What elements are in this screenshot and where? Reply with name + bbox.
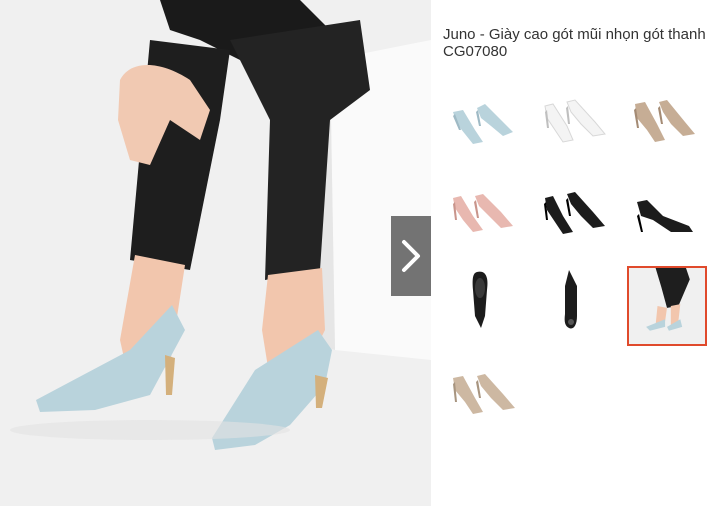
thumbnail-black-single-side[interactable]: [623, 176, 703, 256]
thumbnail-pink-pair[interactable]: [443, 176, 523, 256]
thumbnail-taupe-pair[interactable]: [623, 82, 703, 162]
product-panel: Juno - Giày cao gót mũi nhọn gót thanh C…: [431, 0, 721, 506]
chevron-right-icon: [402, 240, 420, 272]
thumbnail-beige-pair[interactable]: [443, 356, 523, 436]
main-product-image: [0, 0, 431, 506]
thumbnail-model-photo[interactable]: [627, 266, 707, 346]
thumbnail-black-pair[interactable]: [533, 176, 613, 256]
thumbnail-white-pair[interactable]: [533, 82, 613, 162]
model-photo-illustration: [0, 0, 431, 506]
next-image-button[interactable]: [391, 216, 431, 296]
product-title: Juno - Giày cao gót mũi nhọn gót thanh C…: [443, 26, 706, 60]
thumbnail-black-sole-view[interactable]: [533, 266, 613, 346]
thumbnail-light-blue-pair[interactable]: [443, 82, 523, 162]
thumbnail-black-top-view[interactable]: [443, 266, 523, 346]
